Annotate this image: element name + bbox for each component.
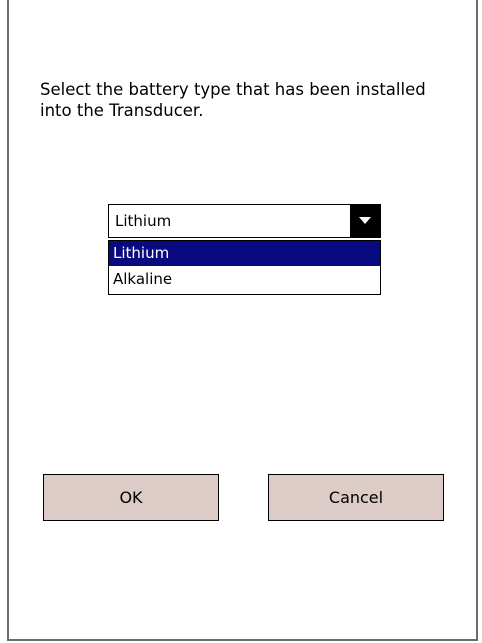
cancel-button[interactable]: Cancel [268,474,444,521]
option-lithium[interactable]: Lithium [109,241,380,266]
chevron-down-icon[interactable] [350,205,380,237]
battery-type-options-list: Lithium Alkaline [108,240,381,295]
option-alkaline[interactable]: Alkaline [109,267,380,292]
battery-type-select[interactable]: Lithium [108,204,381,238]
ok-button[interactable]: OK [43,474,219,521]
battery-type-selected-value: Lithium [115,212,172,230]
battery-type-prompt: Select the battery type that has been in… [40,80,426,120]
